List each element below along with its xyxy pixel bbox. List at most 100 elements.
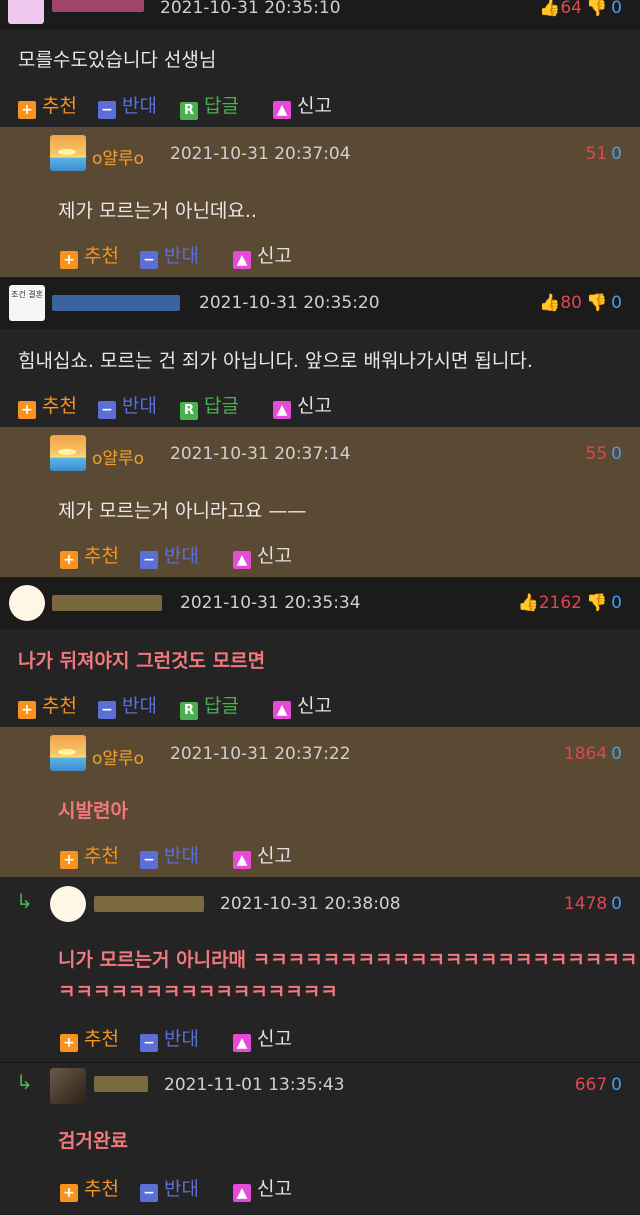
recommend-button[interactable]: + 추천 [18, 91, 77, 119]
siren-icon: ▲ [233, 851, 251, 869]
oppose-button[interactable]: − 반대 [98, 691, 157, 719]
oppose-button[interactable]: − 반대 [140, 1174, 199, 1202]
oppose-button[interactable]: − 반대 [98, 391, 157, 419]
reply-arrow-icon: ↳ [16, 889, 33, 913]
blurred-username[interactable] [94, 896, 204, 912]
avatar[interactable] [50, 735, 86, 771]
reply-button[interactable]: R 답글 [180, 391, 239, 420]
thumbs-down-icon[interactable]: 👎 [586, 593, 607, 613]
minus-icon: − [140, 551, 158, 569]
vote-counts: 1478 0 [563, 894, 622, 914]
recommend-button[interactable]: + 추천 [18, 391, 77, 419]
comment-2: 조건 결혼 2021-10-31 20:35:20 👍80 👎 0 힘내십쇼. 모르… [0, 277, 640, 427]
timestamp: 2021-10-31 20:35:10 [160, 0, 341, 18]
comment-text: 제가 모르는거 아닌데요.. [58, 200, 257, 222]
oppose-button[interactable]: − 반대 [140, 841, 199, 869]
avatar[interactable]: 조건 결혼 [9, 285, 45, 321]
reply-r-icon: R [180, 702, 198, 720]
blurred-username[interactable] [94, 1076, 148, 1092]
avatar[interactable] [50, 135, 86, 171]
timestamp: 2021-10-31 20:37:14 [170, 444, 351, 464]
oppose-button[interactable]: − 반대 [98, 91, 157, 119]
comment-text: 시발련아 [58, 800, 128, 822]
minus-icon: − [98, 401, 116, 419]
thumbs-up-icon[interactable]: 👍 [539, 293, 560, 313]
report-button[interactable]: ▲ 신고 [233, 1174, 292, 1202]
reply-r-icon: R [180, 402, 198, 420]
blurred-username[interactable] [52, 0, 144, 12]
minus-icon: − [98, 701, 116, 719]
comment-text: 모를수도있습니다 선생님 [18, 49, 217, 71]
report-button[interactable]: ▲ 신고 [273, 691, 332, 719]
comment-header: 2021-10-31 20:35:34 👍2162 👎 0 [0, 577, 640, 629]
timestamp: 2021-10-31 20:37:04 [170, 144, 351, 164]
recommend-button[interactable]: + 추천 [60, 1174, 119, 1202]
recommend-button[interactable]: + 추천 [60, 1024, 119, 1052]
reply-comment-3: o얄루o 2021-10-31 20:37:14 55 0 제가 모르는거 아니라… [0, 427, 640, 577]
oppose-button[interactable]: − 반대 [140, 1024, 199, 1052]
comment-text: 힘내십쇼. 모르는 건 죄가 아닙니다. 앞으로 배워나가시면 됩니다. [18, 350, 533, 372]
report-button[interactable]: ▲ 신고 [233, 241, 292, 269]
recommend-button[interactable]: + 추천 [60, 541, 119, 569]
siren-icon: ▲ [273, 701, 291, 719]
thumbs-down-icon[interactable]: 👎 [586, 293, 607, 313]
plus-icon: + [60, 551, 78, 569]
divider [0, 1062, 640, 1063]
username[interactable]: o얄루o [92, 444, 144, 469]
plus-icon: + [18, 701, 36, 719]
reply-comment-5: o얄루o 2021-10-31 20:37:22 1864 0 시발련아 + 추천 … [0, 727, 640, 877]
comment-text-line1: 니가 모르는거 아니라매 ㅋㅋㅋㅋㅋㅋㅋㅋㅋㅋㅋㅋㅋㅋㅋㅋㅋㅋㅋㅋㅋㅋ [58, 949, 638, 971]
blurred-username[interactable] [52, 595, 162, 611]
username[interactable]: o얄루o [92, 744, 144, 769]
reply-arrow-icon: ↳ [16, 1070, 33, 1094]
thumbs-up-icon[interactable]: 👍 [518, 593, 539, 613]
comment-text: 제가 모르는거 아니라고요 —— [58, 500, 307, 522]
report-button[interactable]: ▲ 신고 [233, 541, 292, 569]
report-button[interactable]: ▲ 신고 [273, 91, 332, 119]
vote-counts: 667 0 [574, 1075, 622, 1095]
siren-icon: ▲ [233, 1184, 251, 1202]
bear-avatar[interactable] [50, 886, 86, 922]
comment-0: 2021-10-31 20:35:10 👍64 👎 0 모를수도있습니다 선생님 +… [0, 0, 640, 127]
avatar[interactable] [50, 435, 86, 471]
comment-header: 조건 결혼 2021-10-31 20:35:20 👍80 👎 0 [0, 277, 640, 329]
username[interactable]: o얄루o [92, 144, 144, 169]
timestamp: 2021-10-31 20:38:08 [220, 894, 401, 914]
plus-icon: + [18, 101, 36, 119]
vote-counts: 51 0 [585, 144, 622, 164]
nested-reply-6: ↳ 2021-10-31 20:38:08 1478 0 니가 모르는거 아니라매… [0, 877, 640, 1062]
thumbs-up-icon[interactable]: 👍 [539, 0, 560, 18]
plus-icon: + [60, 251, 78, 269]
report-button[interactable]: ▲ 신고 [273, 391, 332, 419]
recommend-button[interactable]: + 추천 [60, 841, 119, 869]
comment-header: 2021-10-31 20:35:10 👍64 👎 0 [0, 0, 640, 30]
comment-4: 2021-10-31 20:35:34 👍2162 👎 0 나가 뒤져야지 그런것도… [0, 577, 640, 727]
thumbs-down-icon[interactable]: 👎 [586, 0, 607, 18]
blurred-username[interactable] [52, 295, 180, 311]
comment-text: 나가 뒤져야지 그런것도 모르면 [18, 650, 266, 672]
minus-icon: − [140, 1034, 158, 1052]
vote-counts: 55 0 [585, 444, 622, 464]
plus-icon: + [60, 1034, 78, 1052]
reply-button[interactable]: R 답글 [180, 91, 239, 120]
bear-avatar[interactable] [9, 585, 45, 621]
oppose-button[interactable]: − 반대 [140, 241, 199, 269]
reply-button[interactable]: R 답글 [180, 691, 239, 720]
report-button[interactable]: ▲ 신고 [233, 841, 292, 869]
minus-icon: − [140, 1184, 158, 1202]
siren-icon: ▲ [273, 101, 291, 119]
avatar[interactable] [50, 1068, 86, 1104]
recommend-button[interactable]: + 추천 [18, 691, 77, 719]
minus-icon: − [140, 851, 158, 869]
recommend-button[interactable]: + 추천 [60, 241, 119, 269]
avatar[interactable] [8, 0, 44, 24]
plus-icon: + [60, 1184, 78, 1202]
vote-counts: 👍2162 👎 0 [517, 593, 622, 613]
plus-icon: + [60, 851, 78, 869]
report-button[interactable]: ▲ 신고 [233, 1024, 292, 1052]
plus-icon: + [18, 401, 36, 419]
siren-icon: ▲ [233, 251, 251, 269]
oppose-button[interactable]: − 반대 [140, 541, 199, 569]
timestamp: 2021-11-01 13:35:43 [164, 1075, 345, 1095]
comment-text-line2: ㅋㅋㅋㅋㅋㅋㅋㅋㅋㅋㅋㅋㅋㅋㅋㅋ [58, 981, 338, 1003]
